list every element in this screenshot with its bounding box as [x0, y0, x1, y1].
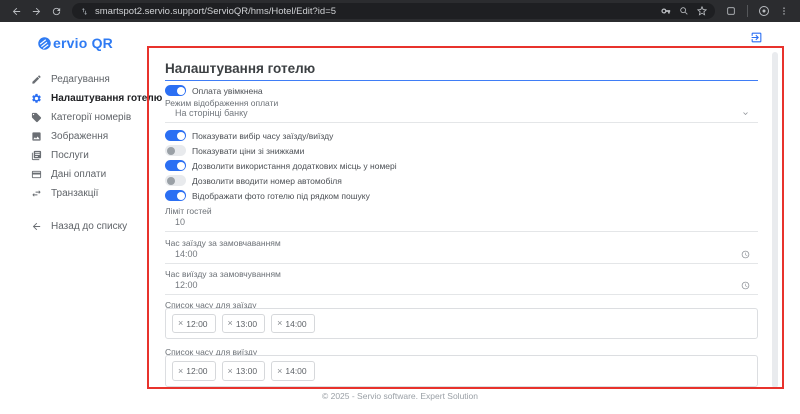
logo[interactable]: ervio QR: [0, 35, 150, 51]
toggle-row-show-checkin-time: Показувати вибір часу заїзду/виїзду: [165, 130, 333, 141]
toggle-label: Показувати вибір часу заїзду/виїзду: [192, 131, 333, 141]
payment-mode-value: На сторінці банку: [175, 108, 248, 118]
remove-chip-icon[interactable]: ×: [228, 319, 233, 328]
payment-mode-select[interactable]: На сторінці банку: [165, 107, 758, 123]
chip-label: 14:00: [285, 366, 306, 376]
transactions-icon: [31, 188, 42, 199]
services-icon: [31, 150, 42, 161]
toggle-label: Показувати ціни зі знижками: [192, 146, 304, 156]
footer-copyright: © 2025 - Servio software. Expert Solutio…: [0, 391, 800, 401]
page-title: Налаштування готелю: [165, 61, 758, 81]
remove-chip-icon[interactable]: ×: [228, 367, 233, 376]
sidebar-item-payment-data[interactable]: Дані оплати: [31, 165, 162, 184]
url-text[interactable]: smartspot2.servio.support/ServioQR/hms/H…: [95, 6, 653, 17]
sidebar-item-services[interactable]: Послуги: [31, 146, 162, 165]
profile-avatar-icon[interactable]: [756, 3, 772, 19]
forward-icon[interactable]: [28, 3, 44, 19]
time-chip: × 12:00: [172, 314, 216, 333]
payment-card-icon: [31, 169, 42, 180]
time-chip: × 14:00: [271, 314, 315, 333]
guest-limit-input[interactable]: 10: [165, 216, 758, 232]
browser-toolbar: smartspot2.servio.support/ServioQR/hms/H…: [0, 0, 800, 22]
tag-icon: [31, 112, 42, 123]
default-checkout-value: 12:00: [175, 280, 198, 290]
default-checkin-label: Час заїзду за замовчаванням: [165, 238, 281, 248]
car-number-toggle[interactable]: [165, 175, 186, 186]
logo-s-icon: [37, 36, 52, 51]
sidebar-item-label: Категорії номерів: [51, 112, 131, 123]
sidebar-item-label: Послуги: [51, 150, 89, 161]
page-scrollbar[interactable]: [772, 52, 778, 388]
back-icon[interactable]: [8, 3, 24, 19]
clock-icon[interactable]: [741, 281, 750, 294]
sidebar-item-edit[interactable]: Редагування: [31, 70, 162, 89]
clock-icon[interactable]: [741, 250, 750, 263]
logout-icon[interactable]: [750, 31, 763, 44]
menu-dots-icon[interactable]: [776, 3, 792, 19]
zoom-icon[interactable]: [679, 6, 689, 16]
sidebar-item-label: Зображення: [51, 131, 108, 142]
reload-icon[interactable]: [48, 3, 64, 19]
toggle-label: Відображати фото готелю під рядком пошук…: [192, 191, 370, 201]
toggle-row-show-discount-prices: Показувати ціни зі знижками: [165, 145, 304, 156]
extra-beds-toggle[interactable]: [165, 160, 186, 171]
sidebar-item-label: Дані оплати: [51, 169, 106, 180]
time-chip: × 12:00: [172, 361, 216, 381]
image-icon: [31, 131, 42, 142]
time-chip: × 13:00: [222, 361, 266, 381]
sidebar-item-hotel-settings[interactable]: Налаштування готелю: [31, 89, 162, 108]
gear-icon: [31, 93, 42, 104]
chip-label: 13:00: [236, 366, 257, 376]
side-panel-icon[interactable]: [723, 3, 739, 19]
remove-chip-icon[interactable]: ×: [178, 319, 183, 328]
toggle-label: Оплата увімкнена: [192, 86, 263, 96]
sidebar: ervio QR Редагування Налаштування готелю…: [0, 22, 150, 414]
sidebar-item-back-to-list[interactable]: Назад до списку: [31, 217, 162, 236]
passwords-key-icon[interactable]: [661, 6, 671, 16]
default-checkout-input[interactable]: 12:00: [165, 279, 758, 295]
chip-label: 13:00: [236, 319, 257, 329]
toggle-label: Дозволити вводити номер автомобіля: [192, 176, 342, 186]
toggle-label: Дозволити використання додаткових місць …: [192, 161, 397, 171]
back-arrow-icon: [31, 221, 42, 232]
checkin-times-box[interactable]: × 12:00 × 13:00 × 14:00: [165, 308, 758, 339]
time-chip: × 13:00: [222, 314, 266, 333]
toggle-row-car-number: Дозволити вводити номер автомобіля: [165, 175, 342, 186]
sidebar-item-room-categories[interactable]: Категорії номерів: [31, 108, 162, 127]
sidebar-item-label: Назад до списку: [51, 221, 127, 232]
default-checkout-label: Час виїзду за замовчуванням: [165, 269, 281, 279]
bookmark-star-icon[interactable]: [697, 6, 707, 16]
chip-label: 14:00: [285, 319, 306, 329]
default-checkin-input[interactable]: 14:00: [165, 248, 758, 264]
pencil-icon: [31, 74, 42, 85]
sidebar-item-label: Редагування: [51, 74, 110, 85]
payment-enabled-toggle[interactable]: [165, 85, 186, 96]
chip-label: 12:00: [186, 366, 207, 376]
toggle-row-payment-enabled: Оплата увімкнена: [165, 85, 263, 96]
address-bar[interactable]: smartspot2.servio.support/ServioQR/hms/H…: [72, 3, 715, 19]
time-chip: × 14:00: [271, 361, 315, 381]
guest-limit-label: Ліміт гостей: [165, 206, 212, 216]
sidebar-item-label: Налаштування готелю: [51, 93, 162, 104]
default-checkin-value: 14:00: [175, 249, 198, 259]
site-info-icon[interactable]: [80, 7, 89, 16]
chip-label: 12:00: [186, 319, 207, 329]
checkout-times-box[interactable]: × 12:00 × 13:00 × 14:00: [165, 355, 758, 387]
guest-limit-value: 10: [175, 217, 185, 227]
sidebar-item-label: Транзакції: [51, 188, 98, 199]
show-discount-prices-toggle[interactable]: [165, 145, 186, 156]
logo-text: ervio QR: [53, 35, 113, 51]
toggle-row-extra-beds: Дозволити використання додаткових місць …: [165, 160, 397, 171]
chevron-down-icon[interactable]: [741, 109, 750, 122]
sidebar-item-images[interactable]: Зображення: [31, 127, 162, 146]
remove-chip-icon[interactable]: ×: [277, 367, 282, 376]
remove-chip-icon[interactable]: ×: [178, 367, 183, 376]
hotel-photo-toggle[interactable]: [165, 190, 186, 201]
remove-chip-icon[interactable]: ×: [277, 319, 282, 328]
sidebar-menu: Редагування Налаштування готелю Категорі…: [31, 70, 162, 236]
show-checkin-time-toggle[interactable]: [165, 130, 186, 141]
toggle-row-hotel-photo: Відображати фото готелю під рядком пошук…: [165, 190, 370, 201]
toolbar-divider: [747, 5, 748, 17]
sidebar-item-transactions[interactable]: Транзакції: [31, 184, 162, 203]
